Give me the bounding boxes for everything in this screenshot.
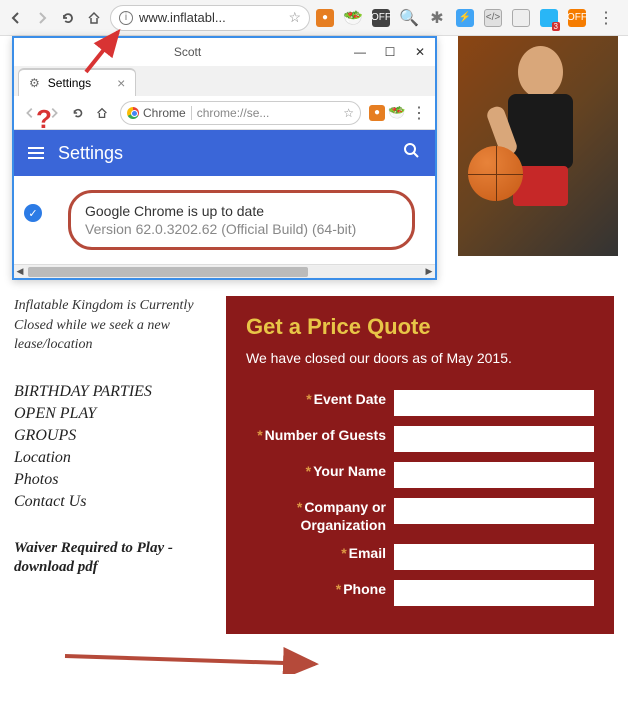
input-email[interactable] [394, 544, 594, 570]
settings-search-icon[interactable] [403, 142, 421, 165]
chrome-scheme-badge: Chrome [127, 106, 186, 120]
quote-heading: Get a Price Quote [246, 314, 594, 340]
waiver-download-link[interactable]: Waiver Required to Play - download pdf [14, 539, 214, 578]
reload-button[interactable] [58, 8, 78, 28]
label-email: *Email [246, 544, 386, 562]
update-status-text: Google Chrome is up to date [85, 203, 398, 219]
popup-window-title: Scott [174, 45, 201, 59]
extension-icons: ● 🥗 OFF 🔍 ✱ ⚡ </> 3 OFF ⋮ [316, 8, 616, 28]
input-your-name[interactable] [394, 462, 594, 488]
url-text: www.inflatabl... [139, 10, 282, 25]
chrome-logo-icon [127, 107, 139, 119]
forward-button[interactable] [32, 8, 52, 28]
label-phone: *Phone [246, 580, 386, 598]
ext-icon-9[interactable]: 3 [540, 9, 558, 27]
input-guests[interactable] [394, 426, 594, 452]
menu-button[interactable]: ⋮ [596, 8, 616, 28]
hamburger-menu-icon[interactable] [28, 147, 44, 159]
close-window-button[interactable]: ✕ [413, 45, 427, 59]
nav-location[interactable]: Location [14, 449, 214, 467]
input-company[interactable] [394, 498, 594, 524]
input-event-date[interactable] [394, 390, 594, 416]
ext-icon-10[interactable]: OFF [568, 9, 586, 27]
ext-icon-2[interactable]: 🥗 [344, 9, 362, 27]
popup-bookmark-icon[interactable]: ☆ [343, 106, 354, 120]
gear-icon: ⚙ [29, 76, 40, 90]
maximize-button[interactable]: ☐ [383, 45, 397, 59]
nav-groups[interactable]: GROUPS [14, 427, 214, 445]
settings-header: Settings [14, 130, 435, 176]
chrome-settings-popup: Scott — ☐ ✕ ⚙ Settings × Chrome [12, 36, 437, 280]
closure-notice: Inflatable Kingdom is Currently Closed w… [14, 296, 214, 355]
ext-icon-7[interactable]: </> [484, 9, 502, 27]
ext-icon-search[interactable]: 🔍 [400, 9, 418, 27]
popup-ext-2[interactable]: 🥗 [389, 105, 405, 121]
update-status-box: Google Chrome is up to date Version 62.0… [68, 190, 415, 250]
label-guests: *Number of Guests [246, 426, 386, 444]
popup-address-bar[interactable]: Chrome chrome://se... ☆ [120, 101, 361, 125]
nav-contact-us[interactable]: Contact Us [14, 493, 214, 511]
ext-icon-5[interactable]: ✱ [428, 9, 446, 27]
nav-open-play[interactable]: OPEN PLAY [14, 405, 214, 423]
ext-icon-6[interactable]: ⚡ [456, 9, 474, 27]
label-your-name: *Your Name [246, 462, 386, 480]
chrome-version-text: Version 62.0.3202.62 (Official Build) (6… [85, 221, 398, 237]
sidebar-nav: BIRTHDAY PARTIES OPEN PLAY GROUPS Locati… [14, 383, 214, 511]
input-phone[interactable] [394, 580, 594, 606]
quote-subtitle: We have closed our doors as of May 2015. [246, 350, 594, 366]
label-event-date: *Event Date [246, 390, 386, 408]
popup-url-text: chrome://se... [191, 106, 270, 120]
ext-icon-8[interactable] [512, 9, 530, 27]
ext-icon-off[interactable]: OFF [372, 9, 390, 27]
bookmark-star-icon[interactable]: ☆ [288, 9, 301, 26]
scroll-thumb[interactable] [28, 267, 308, 277]
nav-birthday-parties[interactable]: BIRTHDAY PARTIES [14, 383, 214, 401]
popup-reload-button[interactable] [68, 103, 88, 123]
popup-ext-1[interactable]: ● [369, 105, 385, 121]
price-quote-panel: Get a Price Quote We have closed our doo… [226, 296, 614, 634]
popup-menu-button[interactable]: ⋮ [409, 103, 429, 123]
annotation-arrow-to-email [60, 644, 330, 674]
minimize-button[interactable]: — [353, 45, 367, 59]
page-sidebar: Inflatable Kingdom is Currently Closed w… [14, 296, 214, 634]
annotation-arrow-to-url [78, 20, 138, 80]
back-button[interactable] [6, 8, 26, 28]
label-company: *Company or Organization [246, 498, 386, 534]
up-to-date-check-icon: ✓ [24, 204, 42, 222]
popup-horizontal-scrollbar[interactable]: ◀ ▶ [14, 264, 435, 278]
scroll-right-arrow[interactable]: ▶ [423, 266, 435, 277]
address-bar[interactable]: i www.inflatabl... ☆ [110, 5, 310, 31]
popup-home-button[interactable] [92, 103, 112, 123]
ext-icon-1[interactable]: ● [316, 9, 334, 27]
hero-basketball-image [458, 36, 618, 256]
nav-photos[interactable]: Photos [14, 471, 214, 489]
settings-title: Settings [58, 143, 389, 164]
scroll-left-arrow[interactable]: ◀ [14, 266, 26, 277]
annotation-question-mark: ? [36, 104, 52, 135]
